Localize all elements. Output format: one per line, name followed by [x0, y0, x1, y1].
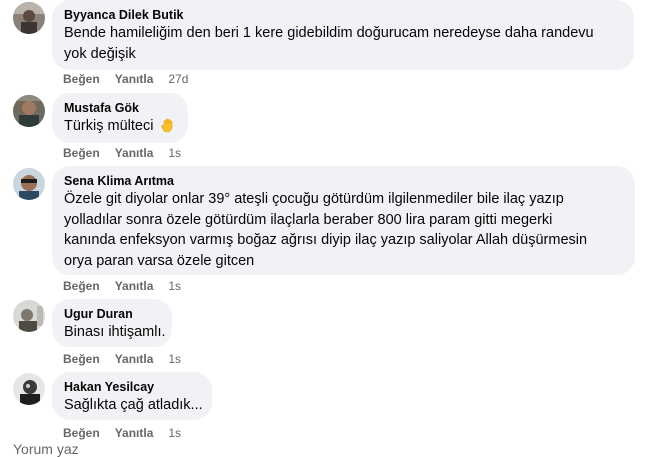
- comment-actions: Beğen Yanıtla 1s: [63, 425, 181, 441]
- avatar[interactable]: [13, 373, 45, 405]
- like-button[interactable]: Beğen: [63, 71, 100, 87]
- like-button[interactable]: Beğen: [63, 425, 100, 441]
- comment-author[interactable]: Ugur Duran: [64, 306, 160, 322]
- comment-bubble: Hakan Yesilcay Sağlıkta çağ atladık...: [52, 372, 212, 420]
- like-button[interactable]: Beğen: [63, 278, 100, 294]
- like-button[interactable]: Beğen: [63, 351, 100, 367]
- reply-button[interactable]: Yanıtla: [115, 278, 154, 294]
- comment-author[interactable]: Byyanca Dilek Butik: [64, 7, 622, 23]
- comment-text: Binası ihtişamlı.: [64, 324, 166, 340]
- comment-bubble: Ugur Duran Binası ihtişamlı.: [52, 299, 172, 347]
- avatar[interactable]: [13, 168, 45, 200]
- comment-actions: Beğen Yanıtla 27d: [63, 71, 188, 87]
- raised-hand-emoji: [160, 117, 176, 133]
- comment-time[interactable]: 27d: [168, 71, 188, 87]
- reply-button[interactable]: Yanıtla: [115, 71, 154, 87]
- like-button[interactable]: Beğen: [63, 145, 100, 161]
- comment-bubble: Sena Klima Arıtma Özele git diyolar onla…: [52, 166, 635, 275]
- comment-time[interactable]: 1s: [168, 145, 181, 161]
- comment-actions: Beğen Yanıtla 1s: [63, 278, 181, 294]
- avatar[interactable]: [13, 2, 45, 34]
- comment-time[interactable]: 1s: [168, 425, 181, 441]
- comment-author[interactable]: Hakan Yesilcay: [64, 379, 200, 395]
- comment-author[interactable]: Mustafa Gök: [64, 100, 176, 116]
- avatar[interactable]: [13, 95, 45, 127]
- comment-time[interactable]: 1s: [168, 351, 181, 367]
- reply-button[interactable]: Yanıtla: [115, 351, 154, 367]
- comment-text: Bende hamileliğim den beri 1 kere gidebi…: [64, 25, 594, 62]
- comment-text: Özele git diyolar onlar 39° ateşli çocuğ…: [64, 191, 588, 269]
- reply-button[interactable]: Yanıtla: [115, 425, 154, 441]
- comment-bubble: Byyanca Dilek Butik Bende hamileliğim de…: [52, 0, 634, 70]
- comment-actions: Beğen Yanıtla 1s: [63, 351, 181, 367]
- comment-bubble: Mustafa Gök Türkiş mülteci: [52, 93, 188, 143]
- comment-text-content: Türkiş mülteci: [64, 118, 154, 134]
- comment-author[interactable]: Sena Klima Arıtma: [64, 173, 623, 189]
- comment-time[interactable]: 1s: [168, 278, 181, 294]
- avatar[interactable]: [13, 300, 45, 332]
- comment-actions: Beğen Yanıtla 1s: [63, 145, 181, 161]
- reply-button[interactable]: Yanıtla: [115, 145, 154, 161]
- comment-text: Sağlıkta çağ atladık...: [64, 397, 203, 413]
- comment-text: Türkiş mülteci: [64, 116, 176, 137]
